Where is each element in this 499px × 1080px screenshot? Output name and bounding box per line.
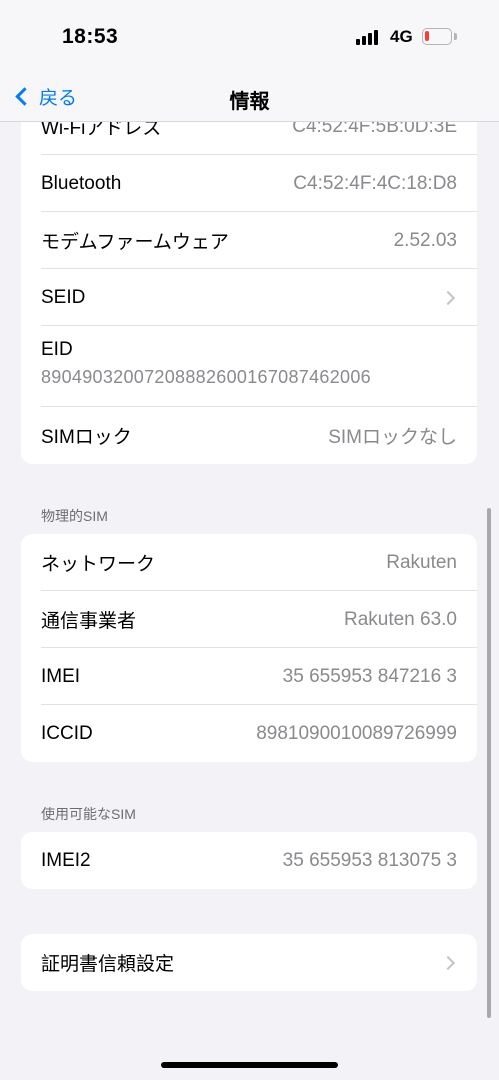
row-value: 2.52.03: [393, 229, 457, 251]
carrier-row[interactable]: 通信事業者 Rakuten 63.0: [21, 591, 477, 648]
chevron-right-icon: [440, 290, 456, 305]
row-label: IMEI2: [41, 849, 91, 871]
row-label: IMEI: [41, 665, 81, 687]
chevron-right-icon: [440, 955, 456, 970]
scrollbar[interactable]: [487, 508, 491, 1018]
home-indicator[interactable]: [161, 1062, 338, 1068]
row-value: C4:52:4F:4C:18:D8: [293, 172, 457, 194]
row-label: EID: [41, 339, 73, 360]
network-row[interactable]: ネットワーク Rakuten: [21, 534, 477, 591]
eid-row[interactable]: EID 89049032007208882600167087462006: [21, 326, 477, 407]
row-label: Bluetooth: [41, 172, 122, 194]
status-time: 18:53: [62, 25, 119, 48]
row-label: 通信事業者: [41, 611, 137, 632]
sim-lock-row[interactable]: SIMロック SIMロックなし: [21, 407, 477, 464]
certificate-trust-settings-row[interactable]: 証明書信頼設定: [21, 934, 477, 991]
seid-row[interactable]: SEID: [21, 269, 477, 326]
row-value: Rakuten: [386, 551, 457, 573]
row-value: SIMロックなし: [328, 427, 457, 448]
battery-tip: [454, 33, 457, 40]
modem-firmware-row[interactable]: モデムファームウェア 2.52.03: [21, 212, 477, 269]
imei2-row[interactable]: IMEI2 35 655953 813075 3: [21, 832, 477, 889]
bluetooth-row[interactable]: Bluetooth C4:52:4F:4C:18:D8: [21, 155, 477, 212]
row-value: 35 655953 813075 3: [282, 849, 457, 871]
row-label: 証明書信頼設定: [41, 954, 175, 975]
row-label: ネットワーク: [41, 554, 156, 575]
available-sim-card: IMEI2 35 655953 813075 3: [21, 832, 477, 889]
cellular-signal-icon: [356, 30, 382, 45]
navigation-bar: 戻る 情報: [0, 70, 499, 122]
row-label: モデムファームウェア: [41, 232, 229, 253]
status-bar: 18:53 4G: [0, 0, 499, 70]
page-title: 情報: [229, 91, 270, 113]
battery-level: [425, 31, 429, 41]
row-value: 8981090010089726999: [256, 722, 457, 744]
device-info-card: Wi-Fiアドレス C4:52:4F:5B:0D:3E Bluetooth C4…: [21, 98, 477, 464]
network-type: 4G: [390, 27, 413, 46]
row-label: SEID: [41, 286, 86, 308]
imei-row[interactable]: IMEI 35 655953 847216 3: [21, 648, 477, 705]
row-label: ICCID: [41, 722, 93, 744]
iccid-row[interactable]: ICCID 8981090010089726999: [21, 705, 477, 762]
section-header-physical-sim: 物理的SIM: [41, 508, 108, 524]
row-value: 89049032007208882600167087462006: [41, 367, 371, 387]
certificate-card: 証明書信頼設定: [21, 934, 477, 991]
section-header-available-sim: 使用可能なSIM: [41, 806, 136, 822]
battery-icon: [422, 28, 452, 45]
row-value: 35 655953 847216 3: [282, 665, 457, 687]
row-label: SIMロック: [41, 427, 132, 448]
physical-sim-card: ネットワーク Rakuten 通信事業者 Rakuten 63.0 IMEI 3…: [21, 534, 477, 762]
row-value: Rakuten 63.0: [343, 608, 457, 630]
